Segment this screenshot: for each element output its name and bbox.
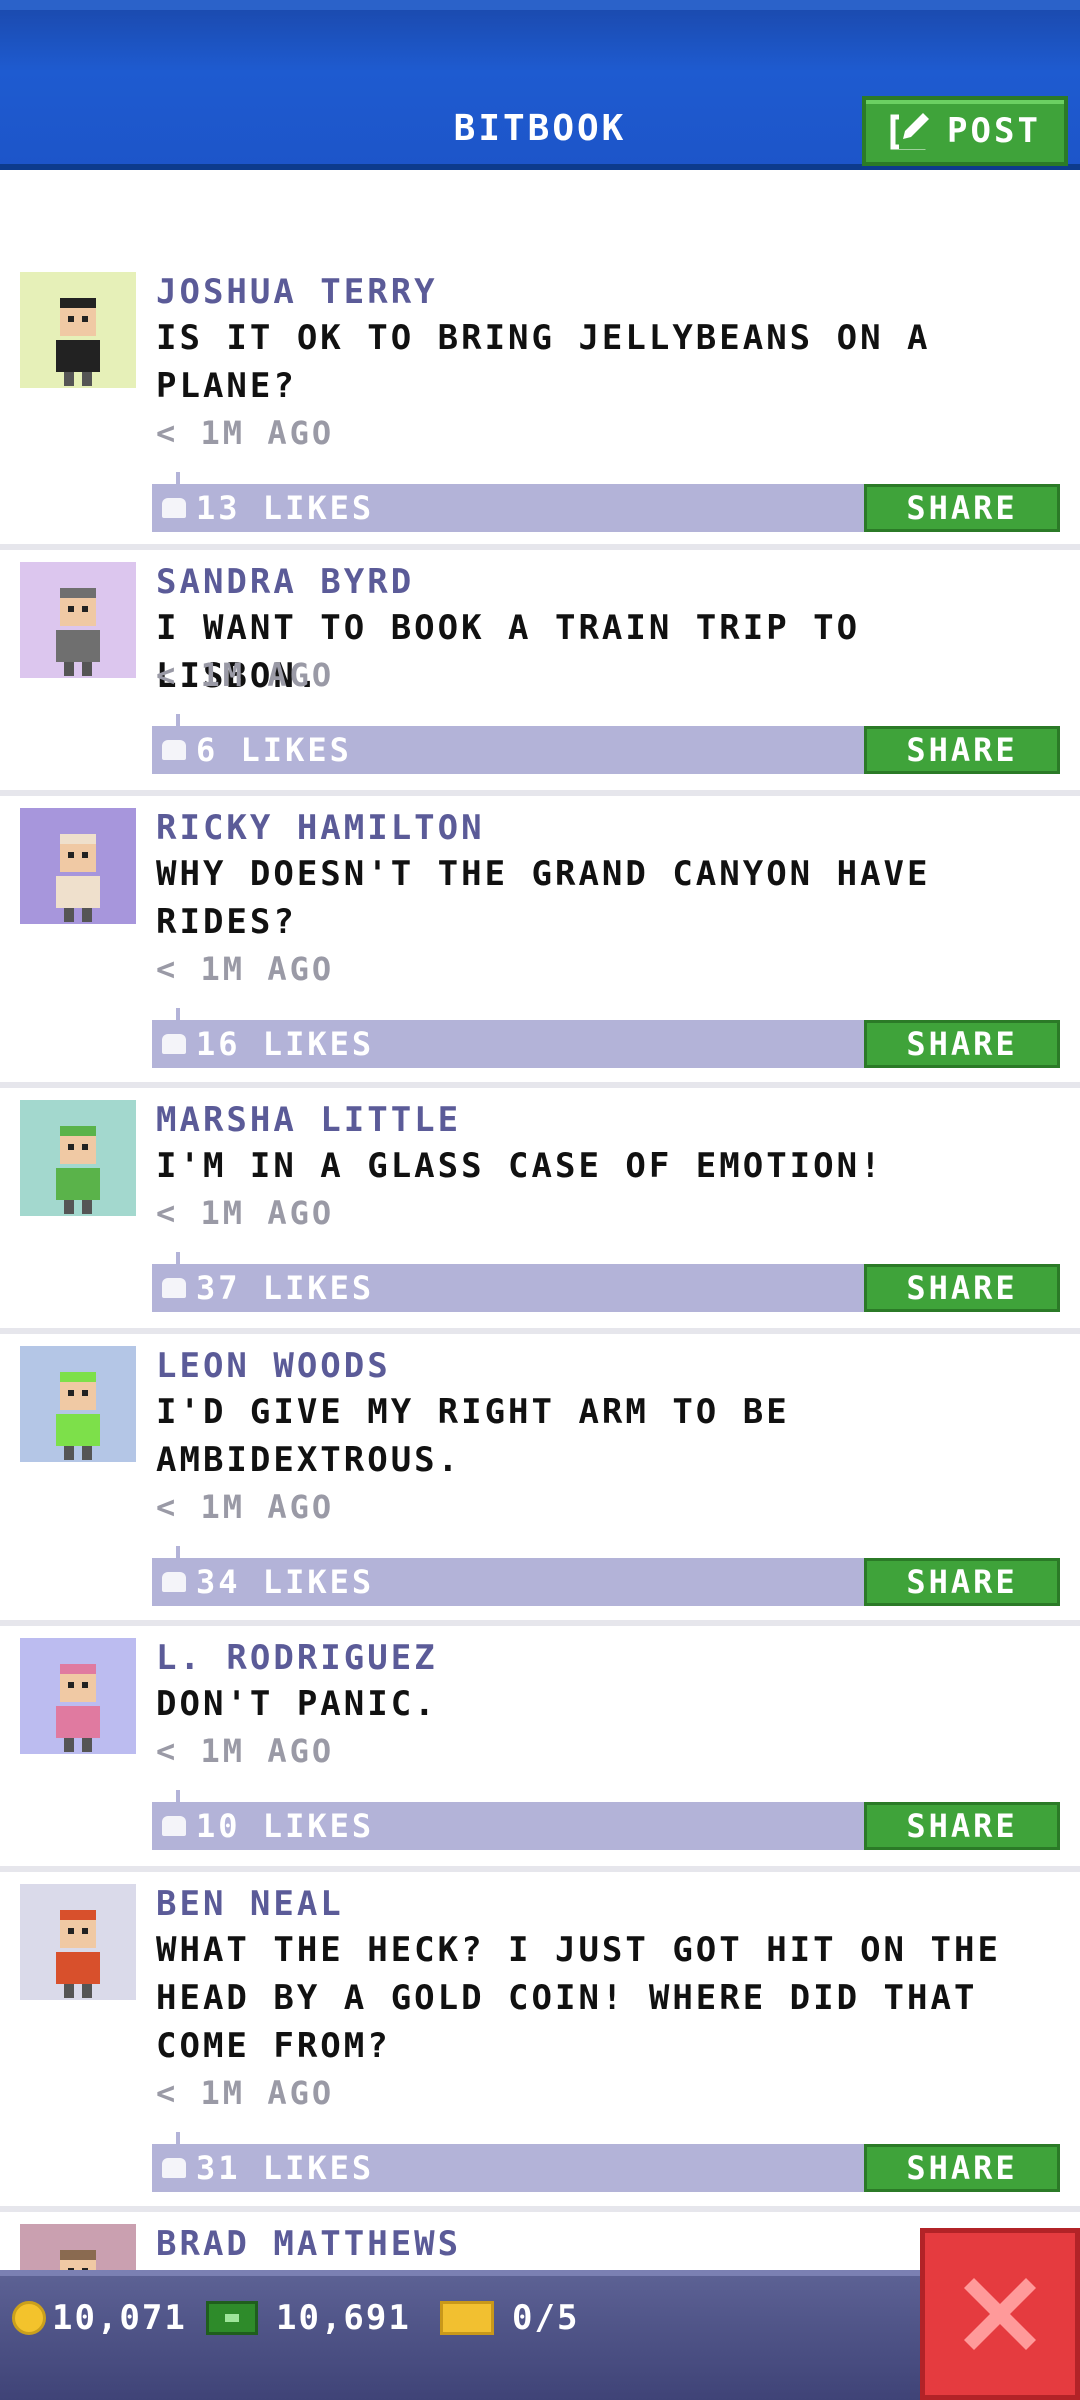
post-timestamp: < 1M AGO [156,1194,335,1232]
avatar-figure-icon [56,1664,100,1752]
post-button[interactable]: POST [862,96,1068,166]
post-author[interactable]: JOSHUA TERRY [156,272,438,312]
post-author[interactable]: BRAD MATTHEWS [156,2224,461,2264]
avatar[interactable] [20,1100,136,1216]
likes-count: 16 LIKES [196,1025,375,1063]
post-author[interactable]: RICKY HAMILTON [156,808,485,848]
post-timestamp: < 1M AGO [156,2074,335,2112]
ticket-icon [440,2301,494,2335]
post-label: POST [947,111,1041,151]
bux-stat: 10,691 [206,2298,411,2338]
like-button[interactable]: 13 LIKES [152,472,864,532]
post-timestamp: < 1M AGO [156,656,335,694]
post-timestamp: < 1M AGO [156,1732,335,1770]
likes-count: 34 LIKES [196,1563,375,1601]
bux-value: 10,691 [276,2298,411,2338]
post-message: I'M IN A GLASS CASE OF EMOTION! [156,1146,884,1186]
avatar-figure-icon [56,834,100,922]
share-button[interactable]: SHARE [864,1264,1060,1312]
avatar[interactable] [20,1638,136,1754]
share-button[interactable]: SHARE [864,726,1060,774]
like-button[interactable]: 16 LIKES [152,1008,864,1068]
thumbs-up-icon [162,1816,186,1836]
avatar-figure-icon [56,298,100,386]
like-button[interactable]: 6 LIKES [152,714,864,774]
avatar[interactable] [20,1346,136,1462]
avatar[interactable] [20,808,136,924]
coins-value: 10,071 [52,2298,187,2338]
likes-count: 6 LIKES [196,731,352,769]
tickets-stat: 0/5 [440,2298,579,2338]
post-author[interactable]: LEON WOODS [156,1346,391,1386]
avatar[interactable] [20,562,136,678]
close-button[interactable] [920,2228,1080,2400]
post-author[interactable]: L. RODRIGUEZ [156,1638,438,1678]
feed-post: SANDRA BYRD I WANT TO BOOK A TRAIN TRIP T… [0,550,1080,796]
post-message: WHAT THE HECK? I JUST GOT HIT ON THE HEA… [156,1930,1001,2066]
avatar-figure-icon [56,1126,100,1214]
post-message: I'D GIVE MY RIGHT ARM TO BE AMBIDEXTROUS… [156,1392,790,1480]
thumbs-up-icon [162,1034,186,1054]
likes-count: 31 LIKES [196,2149,375,2187]
feed-post: RICKY HAMILTON WHY DOESN'T THE GRAND CANY… [0,796,1080,1088]
feed-post: MARSHA LITTLE I'M IN A GLASS CASE OF EMOT… [0,1088,1080,1334]
thumbs-up-icon [162,1278,186,1298]
post-message: WHY DOESN'T THE GRAND CANYON HAVE RIDES? [156,854,931,942]
post-timestamp: < 1M AGO [156,950,335,988]
feed-post: L. RODRIGUEZ DON'T PANIC. < 1M AGO 10 LIKE… [0,1626,1080,1872]
likes-count: 37 LIKES [196,1269,375,1307]
like-button[interactable]: 10 LIKES [152,1790,864,1850]
likes-count: 13 LIKES [196,489,375,527]
share-button[interactable]: SHARE [864,484,1060,532]
avatar-figure-icon [56,1910,100,1998]
avatar-figure-icon [56,1372,100,1460]
post-message: DON'T PANIC. [156,1684,438,1724]
thumbs-up-icon [162,740,186,760]
share-button[interactable]: SHARE [864,1802,1060,1850]
like-button[interactable]: 37 LIKES [152,1252,864,1312]
post-author[interactable]: MARSHA LITTLE [156,1100,461,1140]
close-icon [964,2278,1036,2350]
tickets-value: 0/5 [512,2298,580,2338]
post-author[interactable]: SANDRA BYRD [156,562,414,602]
avatar-figure-icon [56,588,100,676]
edit-icon [890,113,930,150]
coins-stat: 10,071 [12,2298,187,2338]
share-button[interactable]: SHARE [864,1020,1060,1068]
thumbs-up-icon [162,2158,186,2178]
like-button[interactable]: 31 LIKES [152,2132,864,2192]
feed-post: LEON WOODS I'D GIVE MY RIGHT ARM TO BE AM… [0,1334,1080,1626]
feed-post: JOSHUA TERRY IS IT OK TO BRING JELLYBEANS… [0,170,1080,550]
likes-count: 10 LIKES [196,1807,375,1845]
app-header: BITBOOK POST [0,0,1080,170]
avatar[interactable] [20,272,136,388]
post-timestamp: < 1M AGO [156,1488,335,1526]
post-author[interactable]: BEN NEAL [156,1884,344,1924]
avatar[interactable] [20,1884,136,2000]
like-button[interactable]: 34 LIKES [152,1546,864,1606]
status-bar: 10,071 10,691 0/5 [0,2270,1080,2400]
feed-post: BEN NEAL WHAT THE HECK? I JUST GOT HIT ON… [0,1872,1080,2212]
coin-icon [12,2301,46,2335]
cash-icon [206,2301,258,2335]
post-timestamp: < 1M AGO [156,414,335,452]
thumbs-up-icon [162,1572,186,1592]
post-message: IS IT OK TO BRING JELLYBEANS ON A PLANE? [156,318,931,406]
share-button[interactable]: SHARE [864,2144,1060,2192]
share-button[interactable]: SHARE [864,1558,1060,1606]
thumbs-up-icon [162,498,186,518]
